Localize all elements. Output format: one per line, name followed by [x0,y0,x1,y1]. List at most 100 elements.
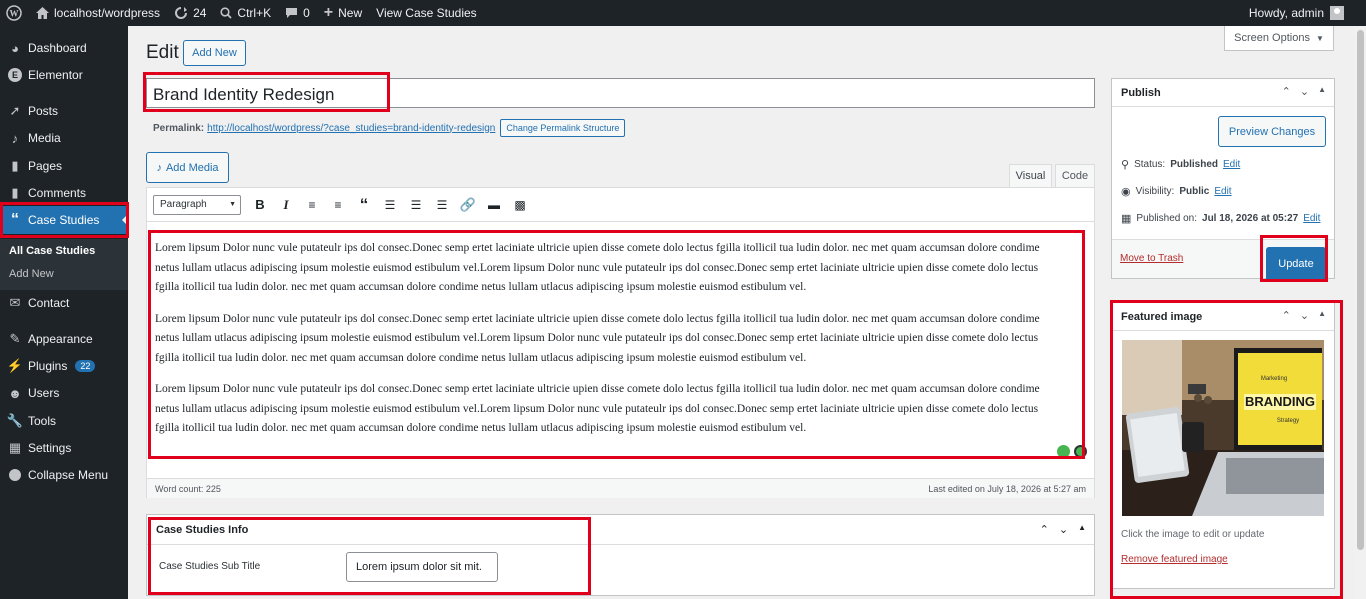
toggle-panel-icon[interactable]: ▲ [1078,523,1086,536]
screen-options-button[interactable]: Screen Options ▼ [1224,26,1334,51]
sidebar-item-appearance[interactable]: ✎ Appearance [0,325,128,353]
admin-bar: W localhost/wordpress 24 Ctrl+K 0 + New … [0,0,1366,26]
permalink-url[interactable]: http://localhost/wordpress/?case_studies… [207,123,495,134]
tab-visual[interactable]: Visual [1009,164,1052,188]
account-menu[interactable]: Howdy, admin [1249,6,1366,20]
align-left-icon[interactable]: ☰ [377,192,403,218]
sidebar-item-elementor[interactable]: E Elementor [0,61,128,89]
comment-icon: ▮ [11,185,19,200]
move-up-icon[interactable]: ⌃ [1282,85,1291,98]
current-arrow-icon [122,214,128,226]
read-more-icon[interactable]: ▬ [481,192,507,218]
align-center-icon[interactable]: ☰ [403,192,429,218]
submenu-all-case-studies[interactable]: All Case Studies [9,245,95,257]
sidebar-item-label: Dashboard [28,41,87,55]
grammar-add-icon[interactable] [1057,445,1070,458]
scrollbar-thumb[interactable] [1357,30,1364,550]
sidebar-item-settings[interactable]: ▦ Settings [0,434,128,462]
media-icon: ♪ [156,161,162,174]
visibility-edit-link[interactable]: Edit [1214,186,1231,197]
chevron-down-icon: ▼ [1315,33,1324,43]
subtitle-input[interactable]: Lorem ipsum dolor sit mit. [346,552,498,582]
pin-icon: ➚ [9,103,21,118]
tab-code[interactable]: Code [1055,164,1095,188]
format-select[interactable]: Paragraph ▼ [153,194,241,215]
admin-sidebar: ◕ Dashboard E Elementor ➚ Posts ♪ Media ▮ Pag… [0,26,128,599]
grammar-check-icon[interactable] [1074,445,1087,458]
sidebar-item-label: Posts [28,104,59,118]
sidebar-collapse-menu[interactable]: Collapse Menu [0,461,128,489]
post-title-input[interactable]: Brand Identity Redesign [146,78,1095,108]
visibility-row: ◉ Visibility: Public Edit [1121,185,1232,198]
shortcut-label: Ctrl+K [237,6,272,20]
update-button[interactable]: Update [1266,247,1326,281]
last-edited: Last edited on July 18, 2026 at 5:27 am [928,483,1086,494]
metabox-title: Case Studies Info [147,515,1094,545]
plugin-icon: ⚡ [6,358,24,373]
featured-image-note: Click the image to edit or update [1121,529,1265,540]
permalink-label: Permalink: [153,122,205,134]
sidebar-item-plugins[interactable]: ⚡ Plugins 22 [0,352,128,380]
status-row: ⚲ Status: Published Edit [1121,158,1240,171]
link-icon[interactable]: 🔗 [455,192,481,218]
sidebar-item-posts[interactable]: ➚ Posts [0,97,128,125]
numbered-list-icon[interactable]: ≡ [325,192,351,218]
sidebar-item-comments[interactable]: ▮ Comments [0,179,128,207]
move-to-trash-link[interactable]: Move to Trash [1120,253,1183,264]
italic-icon[interactable]: I [273,192,299,218]
view-label: View Case Studies [376,6,477,20]
preview-changes-button[interactable]: Preview Changes [1218,116,1326,147]
submenu-add-new[interactable]: Add New [9,268,54,280]
site-link[interactable]: localhost/wordpress [29,0,167,26]
page-scrollbar[interactable] [1354,26,1366,599]
toggle-panel-icon[interactable]: ▲ [1318,85,1326,98]
view-case-studies-link[interactable]: View Case Studies [369,0,484,26]
featured-image-thumbnail[interactable]: BRANDING Marketing Strategy [1122,340,1324,516]
editor-status-bar: Word count: 225 Last edited on July 18, … [147,478,1094,498]
bold-icon[interactable]: B [247,192,273,218]
updates-link[interactable]: 24 [167,0,213,26]
published-label: Published on: [1136,213,1198,224]
wrench-icon: 🔧 [6,413,24,428]
add-new-button[interactable]: Add New [183,40,246,66]
published-edit-link[interactable]: Edit [1303,213,1320,224]
add-media-button[interactable]: ♪ Add Media [146,152,229,183]
command-palette[interactable]: Ctrl+K [213,0,278,26]
home-icon [36,7,49,19]
updates-count: 24 [193,6,207,20]
sidebar-item-media[interactable]: ♪ Media [0,124,128,152]
format-value: Paragraph [160,199,207,210]
move-up-icon[interactable]: ⌃ [1282,309,1291,322]
move-up-icon[interactable]: ⌃ [1040,523,1049,536]
published-row: ▦ Published on: Jul 18, 2026 at 05:27 Ed… [1121,212,1320,225]
sidebar-item-pages[interactable]: ▮ Pages [0,152,128,180]
comment-icon [286,8,298,18]
pin-icon: ⚲ [1121,159,1130,171]
marketing-text: Marketing [1261,376,1287,382]
sidebar-item-users[interactable]: ☻ Users [0,379,128,407]
wp-logo-icon[interactable]: W [0,0,29,26]
blockquote-icon[interactable]: “ [351,192,377,218]
sidebar-item-label: Tools [28,414,57,428]
paragraph: Lorem lipsum Dolor nunc vule putateulr i… [155,383,1040,434]
toggle-panel-icon[interactable]: ▲ [1318,309,1326,322]
move-down-icon[interactable]: ⌄ [1300,85,1309,98]
sidebar-item-contact[interactable]: ✉ Contact [0,289,128,317]
remove-featured-image-link[interactable]: Remove featured image [1121,554,1228,565]
editor-content[interactable]: Lorem lipsum Dolor nunc vule putateulr i… [155,239,1065,451]
plugins-update-badge: 22 [75,360,96,372]
add-media-label: Add Media [165,161,219,174]
align-right-icon[interactable]: ☰ [429,192,455,218]
change-permalink-button[interactable]: Change Permalink Structure [500,119,626,137]
bullet-list-icon[interactable]: ≡ [299,192,325,218]
move-down-icon[interactable]: ⌄ [1059,523,1068,536]
sidebar-item-dashboard[interactable]: ◕ Dashboard [0,34,128,62]
status-edit-link[interactable]: Edit [1223,159,1240,170]
move-down-icon[interactable]: ⌄ [1300,309,1309,322]
new-link[interactable]: + New [317,0,369,26]
sidebar-item-tools[interactable]: 🔧 Tools [0,407,128,435]
comments-link[interactable]: 0 [278,0,317,26]
toolbar-toggle-icon[interactable]: ▩ [507,192,533,218]
content-editor: Paragraph ▼ B I ≡ ≡ “ ☰ ☰ ☰ 🔗 ▬ ▩ Lorem … [146,187,1095,498]
sidebar-item-case-studies[interactable]: “ Case Studies [0,206,128,234]
